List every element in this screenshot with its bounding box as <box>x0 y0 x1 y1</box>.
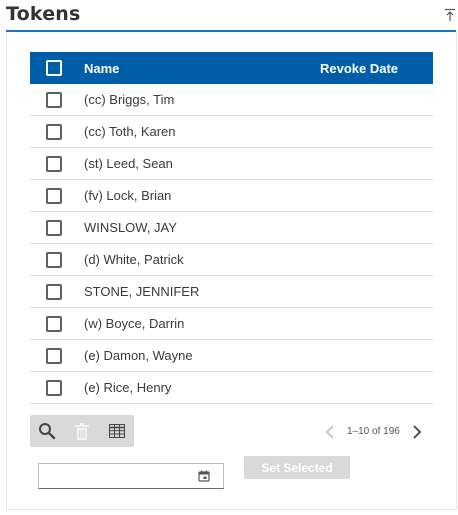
row-name: (cc) Toth, Karen <box>84 124 176 139</box>
table-row[interactable]: (e) Damon, Wayne <box>30 340 433 372</box>
table-row[interactable]: STONE, JENNIFER <box>30 276 433 308</box>
row-name: (d) White, Patrick <box>84 252 184 267</box>
row-checkbox[interactable] <box>46 156 62 172</box>
row-name: WINSLOW, JAY <box>84 220 177 235</box>
table-row[interactable]: (cc) Toth, Karen <box>30 116 433 148</box>
calendar-icon[interactable] <box>198 470 210 482</box>
tokens-table: Name Revoke Date (cc) Briggs, Tim (cc) To… <box>30 52 433 404</box>
row-checkbox[interactable] <box>46 284 62 300</box>
row-checkbox[interactable] <box>46 124 62 140</box>
table-body: (cc) Briggs, Tim (cc) Toth, Karen (st) Lee… <box>30 84 433 404</box>
row-checkbox[interactable] <box>46 92 62 108</box>
columns-button[interactable] <box>100 415 134 447</box>
row-name: (cc) Briggs, Tim <box>84 92 175 107</box>
search-icon <box>39 423 56 440</box>
row-name: (e) Rice, Henry <box>84 380 172 395</box>
collapse-icon[interactable] <box>444 8 456 22</box>
table-row[interactable]: (w) Boyce, Darrin <box>30 308 433 340</box>
table-row[interactable]: (st) Leed, Sean <box>30 148 433 180</box>
table-row[interactable]: (d) White, Patrick <box>30 244 433 276</box>
set-selected-button[interactable]: Set Selected <box>244 456 350 479</box>
row-checkbox[interactable] <box>46 188 62 204</box>
column-header-name[interactable]: Name <box>84 61 119 76</box>
columns-icon <box>109 424 125 438</box>
row-checkbox[interactable] <box>46 348 62 364</box>
tokens-panel: Tokens Name Revoke Date (cc) Briggs, Tim… <box>0 0 458 515</box>
column-header-revoke-date[interactable]: Revoke Date <box>320 61 398 76</box>
row-checkbox[interactable] <box>46 252 62 268</box>
chevron-left-icon[interactable] <box>325 424 335 440</box>
table-header: Name Revoke Date <box>30 52 433 84</box>
trash-icon <box>75 422 89 440</box>
table-row[interactable]: (e) Rice, Henry <box>30 372 433 404</box>
panel-title: Tokens <box>6 3 81 25</box>
row-checkbox[interactable] <box>46 380 62 396</box>
row-name: (fv) Lock, Brian <box>84 188 172 203</box>
row-name: STONE, JENNIFER <box>84 284 200 299</box>
row-name: (st) Leed, Sean <box>84 156 173 171</box>
revoke-date-field <box>38 463 224 489</box>
table-row[interactable]: (cc) Briggs, Tim <box>30 84 433 116</box>
select-all-checkbox[interactable] <box>46 60 62 76</box>
row-checkbox[interactable] <box>46 220 62 236</box>
chevron-right-icon[interactable] <box>412 424 422 440</box>
revoke-date-input[interactable] <box>43 467 197 487</box>
pagination-label: 1–10 of 196 <box>347 426 400 437</box>
table-row[interactable]: (fv) Lock, Brian <box>30 180 433 212</box>
row-checkbox[interactable] <box>46 316 62 332</box>
row-name: (e) Damon, Wayne <box>84 348 193 363</box>
row-name: (w) Boyce, Darrin <box>84 316 185 331</box>
delete-button[interactable] <box>65 415 99 447</box>
search-button[interactable] <box>30 415 64 447</box>
table-toolbar <box>30 415 134 447</box>
table-row[interactable]: WINSLOW, JAY <box>30 212 433 244</box>
